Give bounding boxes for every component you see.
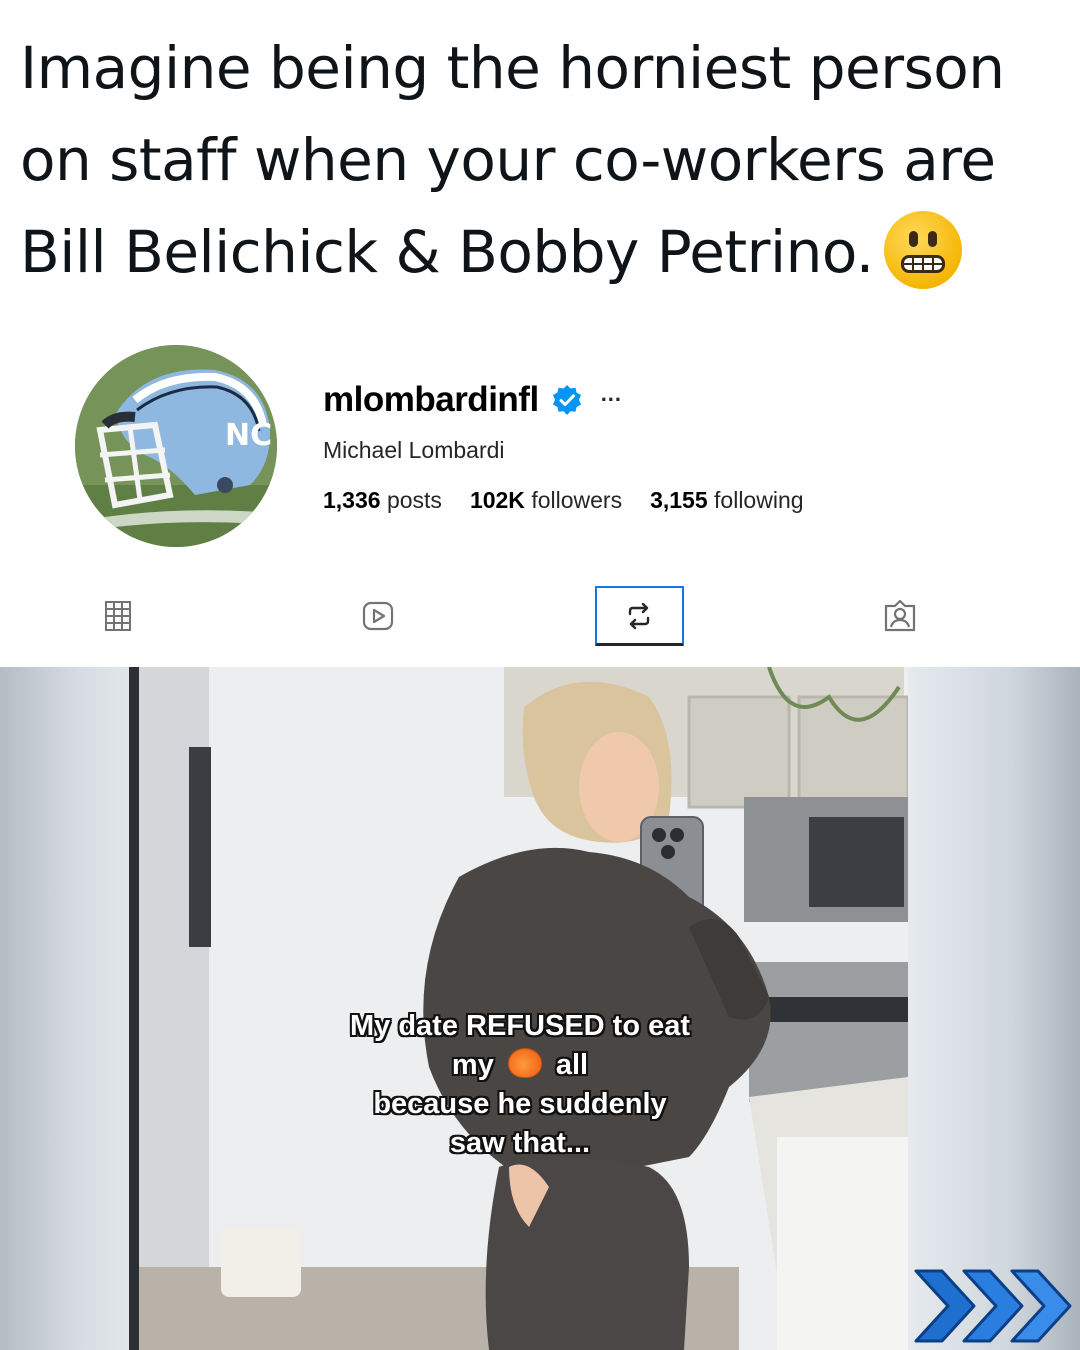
tweet-line: on staff when your co-workers are [20,126,996,194]
football-helmet-icon: NC [75,345,277,547]
blurred-side-left [0,667,129,1350]
grid-icon [105,601,131,631]
reels-icon [362,601,394,631]
svg-text:NC: NC [225,418,272,453]
tab-posts[interactable] [100,598,136,634]
followers-count[interactable]: 102K followers [470,487,622,514]
posts-count[interactable]: 1,336 posts [323,487,442,514]
verified-badge-icon [551,384,583,416]
profile-avatar[interactable]: NC [75,345,277,547]
profile-stats: 1,336 posts 102K followers 3,155 followi… [323,487,804,514]
tab-reposts[interactable] [621,598,657,634]
profile-username[interactable]: mlombardinfl [323,380,539,420]
profile-username-row: mlombardinfl ... [323,380,622,420]
more-options-icon[interactable]: ... [601,381,622,407]
video-caption: My date REFUSED to eat my all because he … [300,1007,740,1163]
caption-line: My date REFUSED to eat [350,1010,690,1042]
blurred-side-right [908,667,1080,1350]
tab-reels[interactable] [360,598,396,634]
peach-icon [507,1048,542,1079]
next-arrows-icon[interactable] [912,1265,1076,1347]
tab-tagged[interactable] [882,598,918,634]
tagged-icon [884,599,916,632]
following-count[interactable]: 3,155 following [650,487,803,514]
profile-full-name: Michael Lombardi [323,437,505,463]
tweet-line: Bill Belichick & Bobby Petrino. [20,206,1060,298]
tweet-line-text: Bill Belichick & Bobby Petrino. [20,218,874,286]
caption-line: saw that... [449,1127,591,1159]
tweet-text: Imagine being the horniest person on sta… [20,22,1060,298]
repost-icon [628,602,650,630]
caption-line: my all [451,1048,589,1081]
repost-media[interactable]: My date REFUSED to eat my all because he … [0,667,1080,1350]
grimacing-face-icon [883,210,962,289]
tweet-line: Imagine being the horniest person [20,34,1005,102]
caption-line: because he suddenly [373,1088,667,1120]
